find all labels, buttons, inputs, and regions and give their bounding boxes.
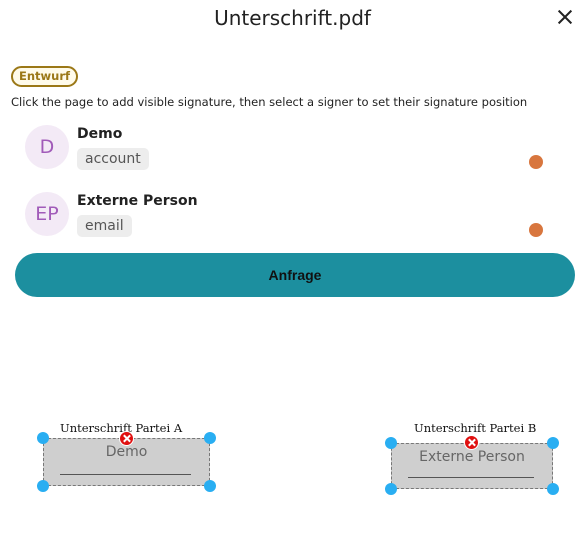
resize-handle[interactable] [385, 483, 397, 495]
signer-row-external[interactable]: EP Externe Person email [25, 192, 565, 240]
signature-signer-name: Demo [105, 444, 148, 460]
resize-handle[interactable] [37, 480, 49, 492]
signer-name: Externe Person [77, 193, 198, 209]
signature-line [60, 474, 191, 475]
request-button[interactable]: Anfrage [15, 253, 575, 297]
status-badge: Entwurf [11, 66, 79, 87]
signer-name: Demo [77, 126, 123, 142]
signer-type-chip: email [77, 215, 132, 237]
avatar: D [25, 125, 69, 169]
resize-handle[interactable] [547, 437, 559, 449]
resize-handle[interactable] [204, 432, 216, 444]
instruction-text: Click the page to add visible signature,… [11, 95, 528, 109]
signer-type-chip: account [77, 148, 149, 170]
signature-field-label: Unterschrift Partei B [414, 421, 537, 435]
resize-handle[interactable] [385, 437, 397, 449]
resize-handle[interactable] [547, 483, 559, 495]
signer-row-demo[interactable]: D Demo account [25, 125, 565, 173]
avatar: EP [25, 192, 69, 236]
signature-line [408, 477, 534, 478]
resize-handle[interactable] [204, 480, 216, 492]
status-dot [529, 223, 543, 237]
remove-field-icon[interactable] [464, 435, 479, 450]
status-dot [529, 155, 543, 169]
dialog-title: Unterschrift.pdf [214, 6, 371, 30]
remove-field-icon[interactable] [119, 431, 134, 446]
resize-handle[interactable] [37, 432, 49, 444]
signature-signer-name: Externe Person [419, 449, 525, 465]
close-icon[interactable] [556, 8, 574, 26]
